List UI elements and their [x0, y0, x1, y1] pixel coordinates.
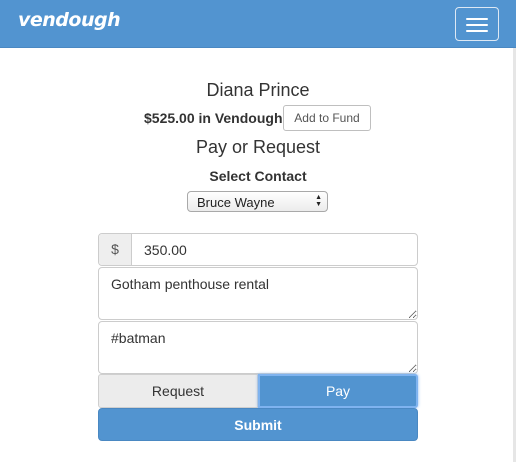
hamburger-menu-icon [466, 18, 488, 20]
submit-button[interactable]: Submit [98, 408, 418, 441]
add-to-fund-button[interactable]: Add to Fund [283, 105, 371, 131]
hamburger-menu-icon-bar [466, 24, 488, 26]
menu-toggle-button[interactable] [455, 7, 499, 41]
section-title: Pay or Request [195, 137, 321, 157]
amount-input-group: $ [98, 233, 418, 266]
balance-text: $525.00 in Vendough [144, 110, 283, 126]
description-textarea[interactable]: Gotham penthouse rental [98, 267, 418, 320]
navbar: vendough [0, 0, 516, 48]
currency-addon: $ [99, 234, 132, 265]
tags-textarea[interactable]: #batman [98, 321, 418, 374]
contact-select[interactable]: Bruce Wayne ▲ ▼ [187, 191, 328, 212]
request-button[interactable]: Request [98, 374, 258, 408]
pay-button[interactable]: Pay [258, 374, 418, 408]
select-contact-label: Select Contact [209, 168, 307, 184]
balance-row: $525.00 in Vendough Add to Fund [0, 105, 516, 131]
user-name: Diana Prince [206, 80, 310, 100]
select-arrows-icon: ▲ ▼ [315, 194, 322, 208]
contact-select-value: Bruce Wayne [197, 195, 275, 210]
hamburger-menu-icon-bar [466, 30, 488, 32]
amount-input[interactable] [132, 234, 417, 265]
pay-request-toggle: Request Pay [98, 374, 418, 408]
brand-logo[interactable]: vendough [18, 9, 121, 31]
